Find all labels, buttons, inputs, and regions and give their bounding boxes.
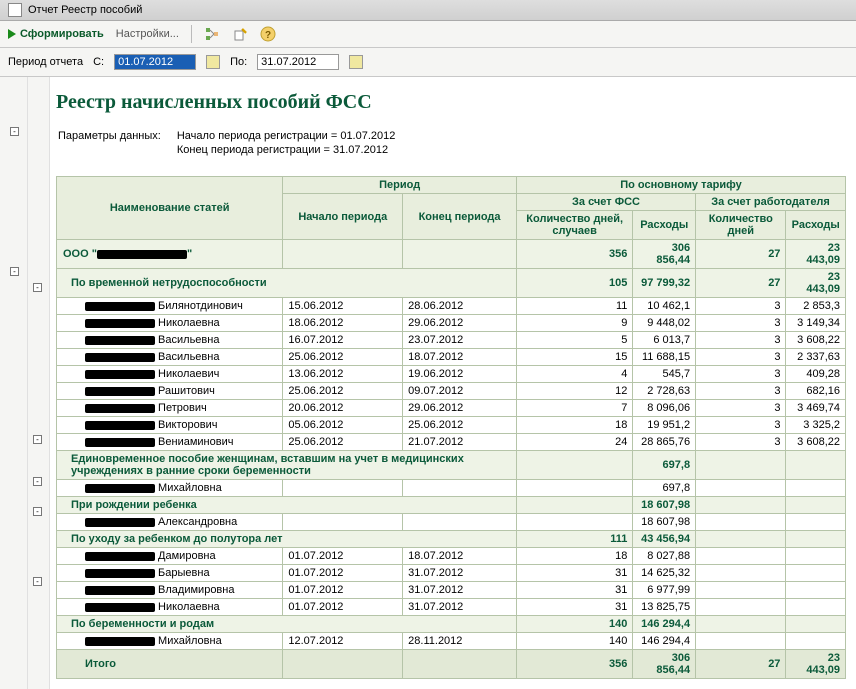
data-row: Петрович20.06.201229.06.201278 096,0633 …: [57, 400, 846, 417]
date-to-input[interactable]: [257, 54, 339, 70]
data-row: Вениаминович25.06.201221.07.20122428 865…: [57, 434, 846, 451]
group-row: Единовременное пособие женщинам, вставши…: [57, 451, 846, 480]
export-icon[interactable]: [232, 26, 248, 42]
date-from-input[interactable]: [114, 54, 196, 70]
company-row: ООО ""356306 856,442723 443,09: [57, 240, 846, 269]
param-end: Конец периода регистрации = 31.07.2012: [177, 144, 410, 156]
separator: [191, 25, 192, 43]
structure-icon[interactable]: [204, 26, 220, 42]
settings-button[interactable]: Настройки...: [116, 28, 179, 40]
params-block: Параметры данных: Начало периода регистр…: [56, 128, 411, 158]
collapse-toggle[interactable]: -: [10, 267, 19, 276]
data-row: Васильевна25.06.201218.07.20121511 688,1…: [57, 349, 846, 366]
param-start: Начало периода регистрации = 01.07.2012: [177, 130, 410, 142]
outline-gutter-outer: - -: [0, 77, 28, 689]
period-bar: Период отчета С: По:: [0, 48, 856, 77]
th-emp: За счет работодателя: [696, 194, 846, 211]
total-row: Итого356306 856,442723 443,09: [57, 650, 846, 679]
th-days: Количество дней: [696, 211, 786, 240]
th-exp2: Расходы: [786, 211, 846, 240]
collapse-toggle[interactable]: -: [10, 127, 19, 136]
th-main: По основному тарифу: [516, 177, 845, 194]
collapse-toggle[interactable]: -: [33, 283, 42, 292]
data-row: Васильевна16.07.201223.07.201256 013,733…: [57, 332, 846, 349]
data-row: Михайловна697,8: [57, 480, 846, 497]
collapse-toggle[interactable]: -: [33, 435, 42, 444]
from-label: С:: [93, 56, 104, 68]
data-row: Викторович05.06.201225.06.20121819 951,2…: [57, 417, 846, 434]
th-end: Конец периода: [403, 194, 517, 240]
calendar-to-button[interactable]: [349, 55, 363, 69]
th-period: Период: [283, 177, 517, 194]
collapse-toggle[interactable]: -: [33, 507, 42, 516]
to-label: По:: [230, 56, 247, 68]
group-row: По беременности и родам140146 294,4: [57, 616, 846, 633]
th-fss: За счет ФСС: [516, 194, 695, 211]
group-row: При рождении ребенка18 607,98: [57, 497, 846, 514]
group-row: По уходу за ребенком до полутора лет1114…: [57, 531, 846, 548]
app-icon: [8, 3, 22, 17]
generate-button[interactable]: Сформировать: [8, 28, 104, 40]
data-row: Николаевич13.06.201219.06.20124545,73409…: [57, 366, 846, 383]
data-row: Дамировна01.07.201218.07.2012188 027,88: [57, 548, 846, 565]
report-grid: Наименование статей Период По основному …: [56, 176, 846, 679]
data-row: Рашитович25.06.201209.07.2012122 728,633…: [57, 383, 846, 400]
data-row: Билянотдинович15.06.201228.06.20121110 4…: [57, 298, 846, 315]
data-row: Николаевна18.06.201229.06.201299 448,023…: [57, 315, 846, 332]
outline-gutter-inner: - - - - -: [28, 77, 50, 689]
period-label: Период отчета: [8, 56, 83, 68]
help-icon[interactable]: ?: [260, 26, 276, 42]
collapse-toggle[interactable]: -: [33, 577, 42, 586]
data-row: Владимировна01.07.201231.07.2012316 977,…: [57, 582, 846, 599]
toolbar: Сформировать Настройки... ?: [0, 21, 856, 48]
params-label: Параметры данных:: [58, 130, 175, 142]
data-row: Михайловна12.07.201228.11.2012140146 294…: [57, 633, 846, 650]
data-row: Барыевна01.07.201231.07.20123114 625,32: [57, 565, 846, 582]
th-start: Начало периода: [283, 194, 403, 240]
th-exp1: Расходы: [633, 211, 696, 240]
title-bar: Отчет Реестр пособий: [0, 0, 856, 21]
th-days-cases: Количество дней, случаев: [516, 211, 632, 240]
generate-label: Сформировать: [20, 28, 104, 40]
report-area: Реестр начисленных пособий ФСС Параметры…: [50, 77, 856, 689]
svg-text:?: ?: [265, 30, 271, 41]
report-title: Реестр начисленных пособий ФСС: [56, 91, 846, 114]
collapse-toggle[interactable]: -: [33, 477, 42, 486]
data-row: Николаевна01.07.201231.07.20123113 825,7…: [57, 599, 846, 616]
data-row: Александровна18 607,98: [57, 514, 846, 531]
calendar-from-button[interactable]: [206, 55, 220, 69]
th-name: Наименование статей: [57, 177, 283, 240]
play-icon: [8, 29, 16, 39]
group-row: По временной нетрудоспособности10597 799…: [57, 269, 846, 298]
window-title: Отчет Реестр пособий: [28, 4, 142, 16]
